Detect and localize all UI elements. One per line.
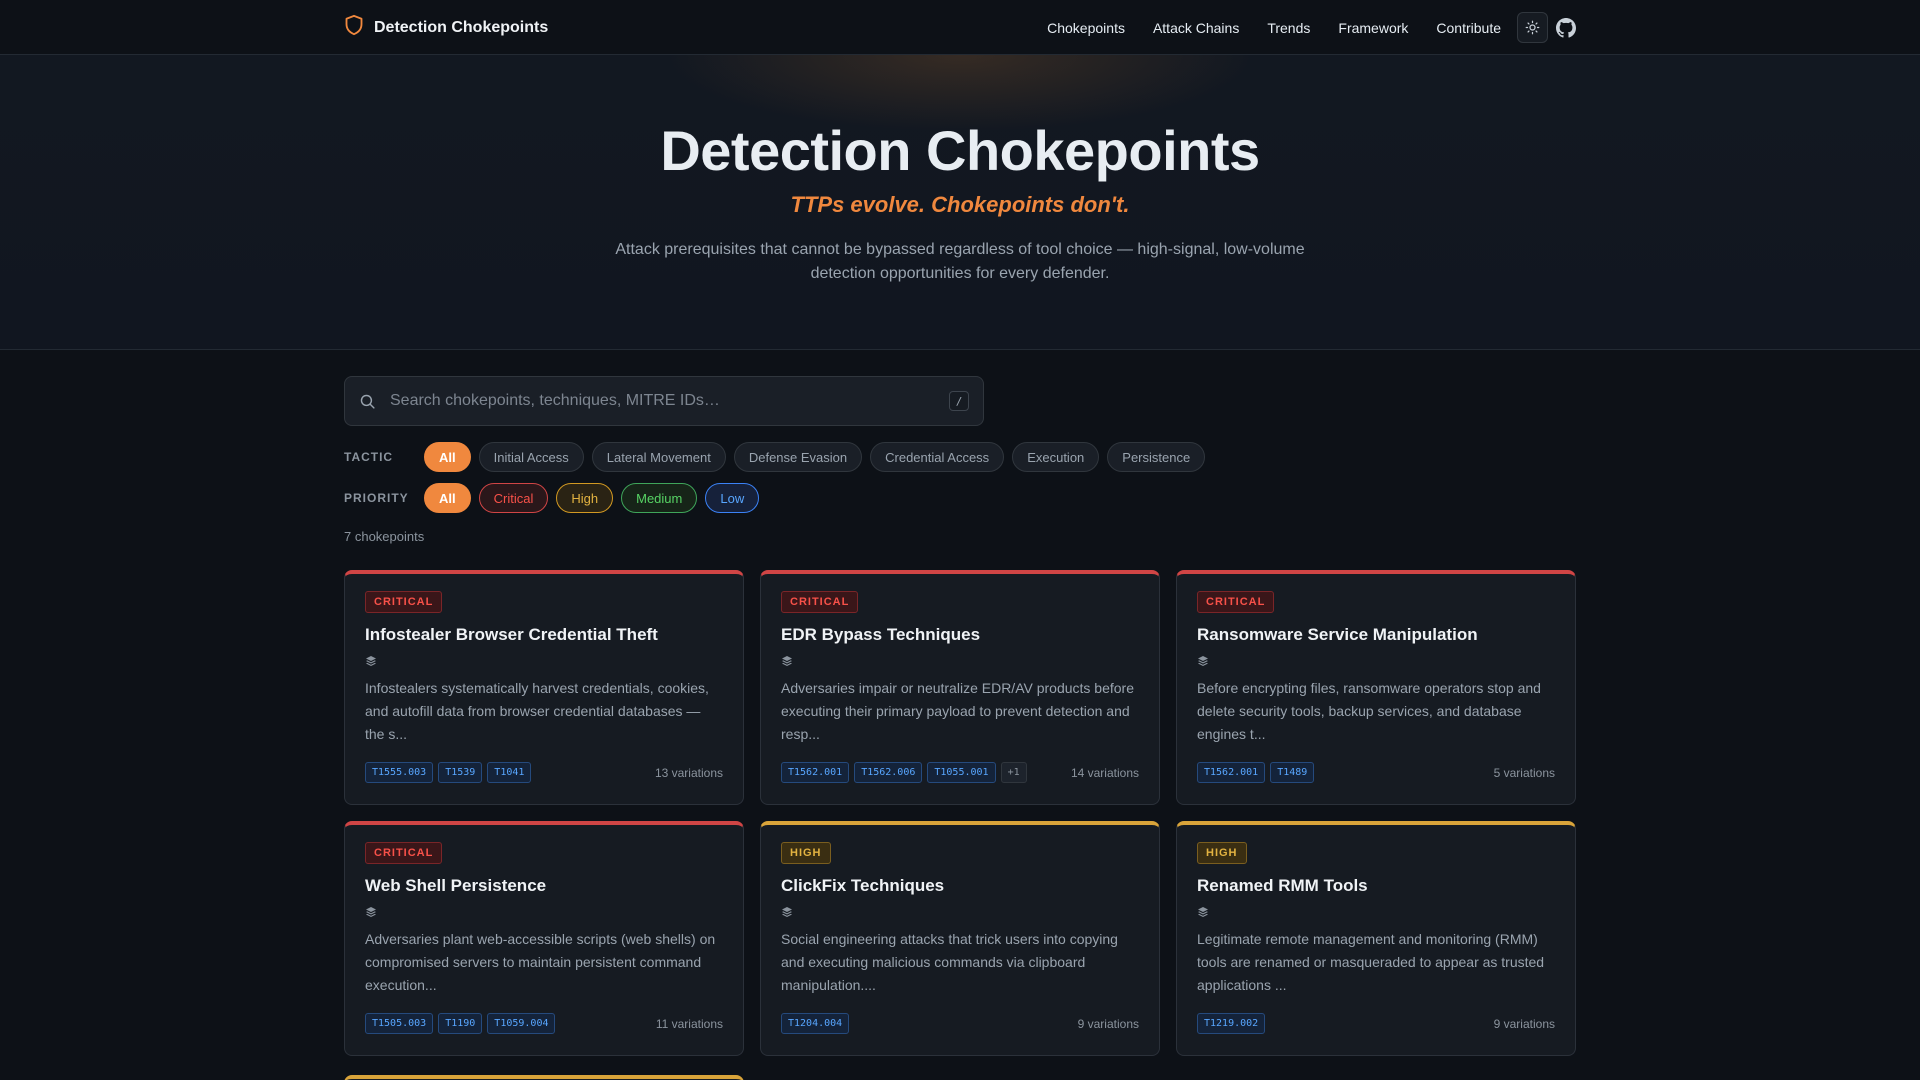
layers-icon [365,655,723,667]
hero-tagline: TTPs evolve. Chokepoints don't. [790,192,1130,217]
variations-count: 9 variations [1493,1016,1555,1031]
nav-link-trends[interactable]: Trends [1267,20,1310,36]
chokepoint-card[interactable]: HIGH ClickFix Techniques Social engineer… [760,821,1160,1056]
card-description: Before encrypting files, ransomware oper… [1197,680,1541,742]
card-description: Infostealers systematically harvest cred… [365,680,709,742]
tactic-chip-initial-access[interactable]: Initial Access [478,442,584,472]
nav-links: Chokepoints Attack Chains Trends Framewo… [1047,12,1576,43]
priority-badge: HIGH [781,842,831,864]
results-count: 7 chokepoints [344,529,425,544]
hero-section: Detection Chokepoints TTPs evolve. Choke… [0,55,1920,350]
priority-chip-medium[interactable]: Medium [621,483,698,513]
nav-link-framework[interactable]: Framework [1338,20,1408,36]
card-footer: T1562.001 T1562.006 T1055.001 +1 14 vari… [781,762,1139,783]
priority-badge: CRITICAL [1197,591,1275,613]
chokepoint-card[interactable]: CRITICAL Ransomware Service Manipulation… [1176,570,1576,805]
search-icon [360,394,375,409]
variations-count: 14 variations [1070,765,1139,780]
chokepoint-card[interactable]: CRITICAL EDR Bypass Techniques Adversari… [760,570,1160,805]
mitre-tag[interactable]: T1562.006 [854,762,923,783]
card-footer: T1505.003 T1190 T1059.004 11 variations [365,1013,723,1034]
nav-link-chokepoints[interactable]: Chokepoints [1047,20,1125,36]
chokepoint-card[interactable]: HIGH Renamed RMM Tools Legitimate remote… [1176,821,1576,1056]
priority-chip-high[interactable]: High [556,483,614,513]
priority-badge: CRITICAL [365,842,443,864]
card-description: Adversaries plant web-accessible scripts… [365,931,716,993]
layers-icon [365,906,723,918]
mitre-tag[interactable]: T1204.004 [781,1013,850,1034]
card-footer: T1562.001 T1489 5 variations [1197,762,1555,783]
chokepoint-card[interactable]: CRITICAL Web Shell Persistence Adversari… [344,821,744,1056]
chokepoint-card[interactable]: CRITICAL Infostealer Browser Credential … [344,570,744,805]
card-title: Infostealer Browser Credential Theft [365,625,658,644]
tactic-chip-execution[interactable]: Execution [1012,442,1100,472]
tactic-chip-lateral-movement[interactable]: Lateral Movement [591,442,726,472]
card-title: Ransomware Service Manipulation [1197,625,1478,644]
theme-toggle-button[interactable] [1517,12,1548,43]
card-footer: T1204.004 9 variations [781,1013,1139,1034]
search-shortcut-key: / [949,391,969,411]
tactic-chip-all[interactable]: All [424,442,471,472]
mitre-tag[interactable]: T1219.002 [1197,1013,1266,1034]
mitre-tag[interactable]: T1489 [1270,762,1315,783]
main-content: / TACTIC All Initial Access Lateral Move… [344,350,1576,1056]
layers-icon [1197,655,1555,667]
variations-count: 9 variations [1077,1016,1139,1031]
card-title: EDR Bypass Techniques [781,625,981,644]
layers-icon [781,906,1139,918]
mitre-tag[interactable]: T1059.004 [487,1013,556,1034]
card-description: Social engineering attacks that trick us… [781,931,1118,993]
shield-icon [344,14,364,41]
card-title: Renamed RMM Tools [1197,876,1368,895]
priority-chip-critical[interactable]: Critical [478,483,549,513]
brand-title: Detection Chokepoints [374,18,549,36]
priority-badge: HIGH [1197,842,1247,864]
layers-icon [781,655,1139,667]
github-icon [1556,17,1576,38]
priority-filter-row: PRIORITY All Critical High Medium Low [344,483,1576,513]
priority-chip-low[interactable]: Low [705,483,760,513]
priority-chip-all[interactable]: All [424,483,471,513]
mitre-tag[interactable]: T1190 [438,1013,483,1034]
nav-link-contribute[interactable]: Contribute [1436,20,1501,36]
search-input[interactable] [390,392,949,410]
chokepoint-card-partial[interactable] [344,1075,744,1080]
hero-title: Detection Chokepoints [660,119,1260,182]
search-bar: / [344,376,984,426]
priority-badge: CRITICAL [781,591,859,613]
card-title: Web Shell Persistence [365,876,547,895]
card-description: Adversaries impair or neutralize EDR/AV … [781,680,1135,742]
priority-badge: CRITICAL [365,591,443,613]
mitre-tag[interactable]: T1505.003 [365,1013,434,1034]
tactic-chip-persistence[interactable]: Persistence [1107,442,1206,472]
brand-link[interactable]: Detection Chokepoints [344,14,548,41]
mitre-tag[interactable]: T1562.001 [781,762,850,783]
mitre-tag[interactable]: T1562.001 [1197,762,1266,783]
sun-icon [1525,20,1540,35]
mitre-tag[interactable]: T1555.003 [365,762,434,783]
chokepoint-grid: CRITICAL Infostealer Browser Credential … [344,570,1576,1056]
priority-filter-label: PRIORITY [344,491,409,505]
more-tags-badge[interactable]: +1 [1000,762,1027,783]
github-link[interactable] [1556,17,1576,38]
mitre-tag[interactable]: T1055.001 [927,762,996,783]
card-footer: T1219.002 9 variations [1197,1013,1555,1034]
hero-description: Attack prerequisites that cannot be bypa… [615,241,1305,282]
card-description: Legitimate remote management and monitor… [1197,931,1545,993]
mitre-tag[interactable]: T1041 [487,762,532,783]
tactic-filter-row: TACTIC All Initial Access Lateral Moveme… [344,442,1576,472]
tactic-chip-credential-access[interactable]: Credential Access [870,442,1005,472]
top-nav: Detection Chokepoints Chokepoints Attack… [0,0,1920,55]
nav-link-attack-chains[interactable]: Attack Chains [1153,20,1239,36]
variations-count: 11 variations [655,1016,723,1031]
tactic-filter-label: TACTIC [344,450,394,464]
mitre-tag[interactable]: T1539 [438,762,483,783]
variations-count: 5 variations [1493,765,1555,780]
tactic-chip-defense-evasion[interactable]: Defense Evasion [733,442,863,472]
card-title: ClickFix Techniques [781,876,945,895]
variations-count: 13 variations [654,765,723,780]
layers-icon [1197,906,1555,918]
card-footer: T1555.003 T1539 T1041 13 variations [365,762,723,783]
